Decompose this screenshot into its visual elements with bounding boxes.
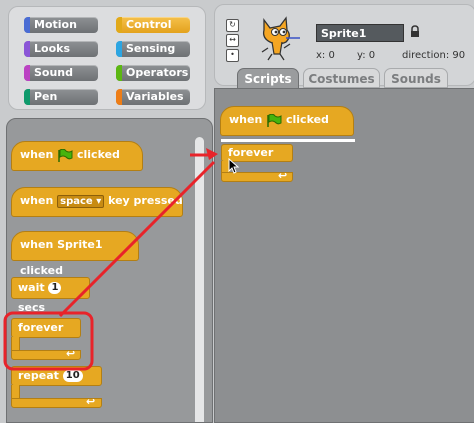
drag-arrow-line <box>58 160 216 318</box>
annotation-overlay <box>3 148 218 371</box>
drag-arrow-head <box>206 148 218 160</box>
highlight-box <box>3 311 94 371</box>
